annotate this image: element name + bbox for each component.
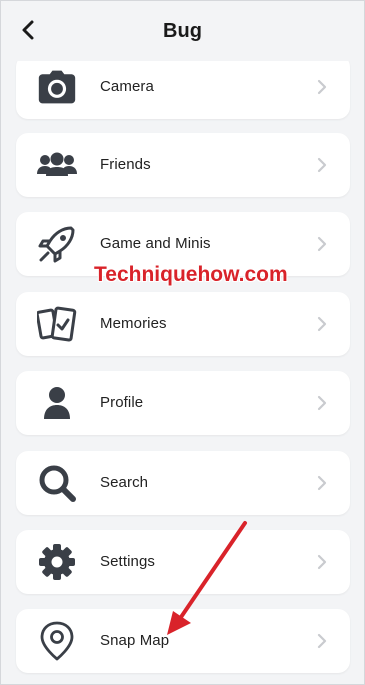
item-label: Friends [100, 156, 151, 173]
watermark: Techniquehow.com [94, 263, 288, 286]
chevron-right-icon [317, 395, 327, 411]
rocket-icon [37, 224, 77, 264]
annotation-arrow [167, 521, 247, 635]
search-icon [37, 463, 77, 503]
list-item-friends[interactable]: Friends [16, 133, 350, 197]
friends-icon [37, 145, 77, 185]
list-item-profile[interactable]: Profile [16, 371, 350, 435]
list-item-camera[interactable]: Camera [16, 55, 350, 119]
item-label: Camera [100, 78, 154, 95]
chevron-right-icon [317, 554, 327, 570]
page-title: Bug [163, 20, 202, 42]
list-item-memories[interactable]: Memories [16, 292, 350, 356]
item-label: Snap Map [100, 632, 170, 649]
chevron-right-icon [317, 157, 327, 173]
top-bar: Bug [1, 1, 364, 61]
chevron-right-icon [317, 79, 327, 95]
item-label: Profile [100, 394, 144, 411]
item-label: Settings [100, 553, 155, 570]
app-frame: Camera Friends Game and Minis Memories P… [0, 0, 365, 685]
chevron-right-icon [317, 475, 327, 491]
chevron-right-icon [317, 236, 327, 252]
list-item-search[interactable]: Search [16, 451, 350, 515]
map-pin-icon [37, 621, 77, 661]
chevron-right-icon [317, 316, 327, 332]
camera-icon [37, 67, 77, 107]
item-label: Game and Minis [100, 235, 211, 252]
gear-icon [37, 542, 77, 582]
memories-icon [37, 304, 77, 344]
person-icon [37, 383, 77, 423]
chevron-right-icon [317, 633, 327, 649]
item-label: Memories [100, 315, 167, 332]
item-label: Search [100, 474, 149, 491]
